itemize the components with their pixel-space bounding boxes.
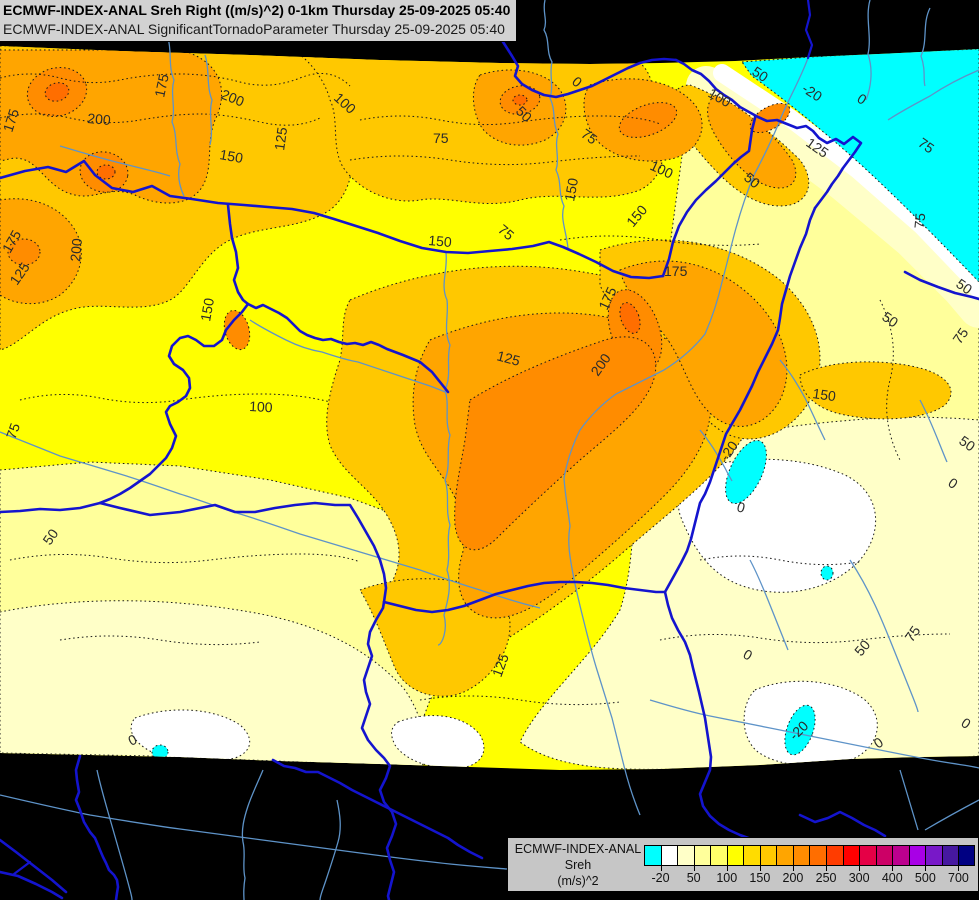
title-line-2: ECMWF-INDEX-ANAL SignificantTornadoParam… [3, 21, 505, 37]
legend-tick-label: 100 [716, 871, 738, 885]
legend-tick-label: 250 [815, 871, 837, 885]
legend-swatch [743, 845, 760, 866]
legend-swatch [875, 845, 893, 866]
contour-blob [820, 565, 834, 581]
river [899, 769, 919, 831]
river [96, 769, 133, 900]
legend-swatch [693, 845, 711, 866]
legend-swatch [660, 845, 678, 866]
contour-label: 125 [271, 126, 290, 152]
contour-label: 75 [911, 212, 928, 229]
legend-swatch [726, 845, 744, 866]
country-border [0, 838, 68, 894]
legend-model-name: ECMWF-INDEX-ANAL [514, 842, 642, 856]
contour-label: 200 [87, 110, 112, 128]
legend-swatch [677, 845, 694, 866]
legend-tick-label: 700 [948, 871, 969, 885]
legend-swatch [809, 845, 827, 866]
legend-title-block: ECMWF-INDEX-ANAL Sreh (m/s)^2 [514, 841, 642, 889]
contour-label: 150 [812, 385, 838, 404]
title-line-1: ECMWF-INDEX-ANAL Sreh Right ((m/s)^2) 0-… [3, 2, 511, 18]
contour-label: 175 [664, 263, 688, 279]
river [241, 769, 264, 900]
legend-swatch [892, 845, 909, 866]
legend-colorbar [644, 845, 975, 866]
legend-swatch [792, 845, 810, 866]
country-border [804, 0, 814, 60]
country-border [271, 758, 484, 860]
title-bar: ECMWF-INDEX-ANAL Sreh Right ((m/s)^2) 0-… [0, 0, 518, 42]
contour-label: 75 [433, 130, 449, 146]
country-border [12, 860, 32, 876]
river [0, 794, 508, 870]
legend-swatch [908, 845, 926, 866]
legend-swatch [644, 845, 661, 866]
contour-blob [151, 744, 169, 760]
map-canvas: 175 200175 200 10015012517512520015005075 75… [0, 0, 979, 900]
legend-swatch [776, 845, 793, 866]
legend-swatch [941, 845, 959, 866]
legend-swatch [925, 845, 942, 866]
legend-swatch [859, 845, 876, 866]
weather-map-stage: 175 200 175 200 100 150 125 175 125 200 150 0 50 75 75… [0, 0, 979, 900]
legend-parameter-name: Sreh [564, 858, 592, 872]
contour-blob [96, 164, 116, 180]
legend-tick-label: 400 [881, 871, 903, 885]
contour-label: 200 [67, 237, 85, 262]
country-border [74, 754, 120, 900]
legend-units: (m/s)^2 [557, 874, 599, 888]
legend-tick-label: 200 [782, 871, 804, 885]
legend-tick-label: 50 [686, 871, 701, 885]
contour-label: 100 [249, 398, 273, 415]
legend-tick-label: 500 [914, 871, 936, 885]
legend-swatch [759, 845, 777, 866]
contour-label: 150 [428, 232, 453, 250]
country-border [798, 810, 887, 838]
legend-panel: ECMWF-INDEX-ANAL Sreh (m/s)^2 -20 50 100 15… [507, 837, 979, 892]
legend-swatch [958, 845, 975, 866]
river [924, 799, 979, 831]
legend-tick-label: 300 [848, 871, 870, 885]
legend-swatch [710, 845, 727, 866]
legend-swatch [842, 845, 860, 866]
country-border [0, 870, 64, 900]
legend-tick-label: -20 [651, 871, 670, 885]
legend-tick-label: 150 [749, 871, 771, 885]
legend-swatch [826, 845, 843, 866]
